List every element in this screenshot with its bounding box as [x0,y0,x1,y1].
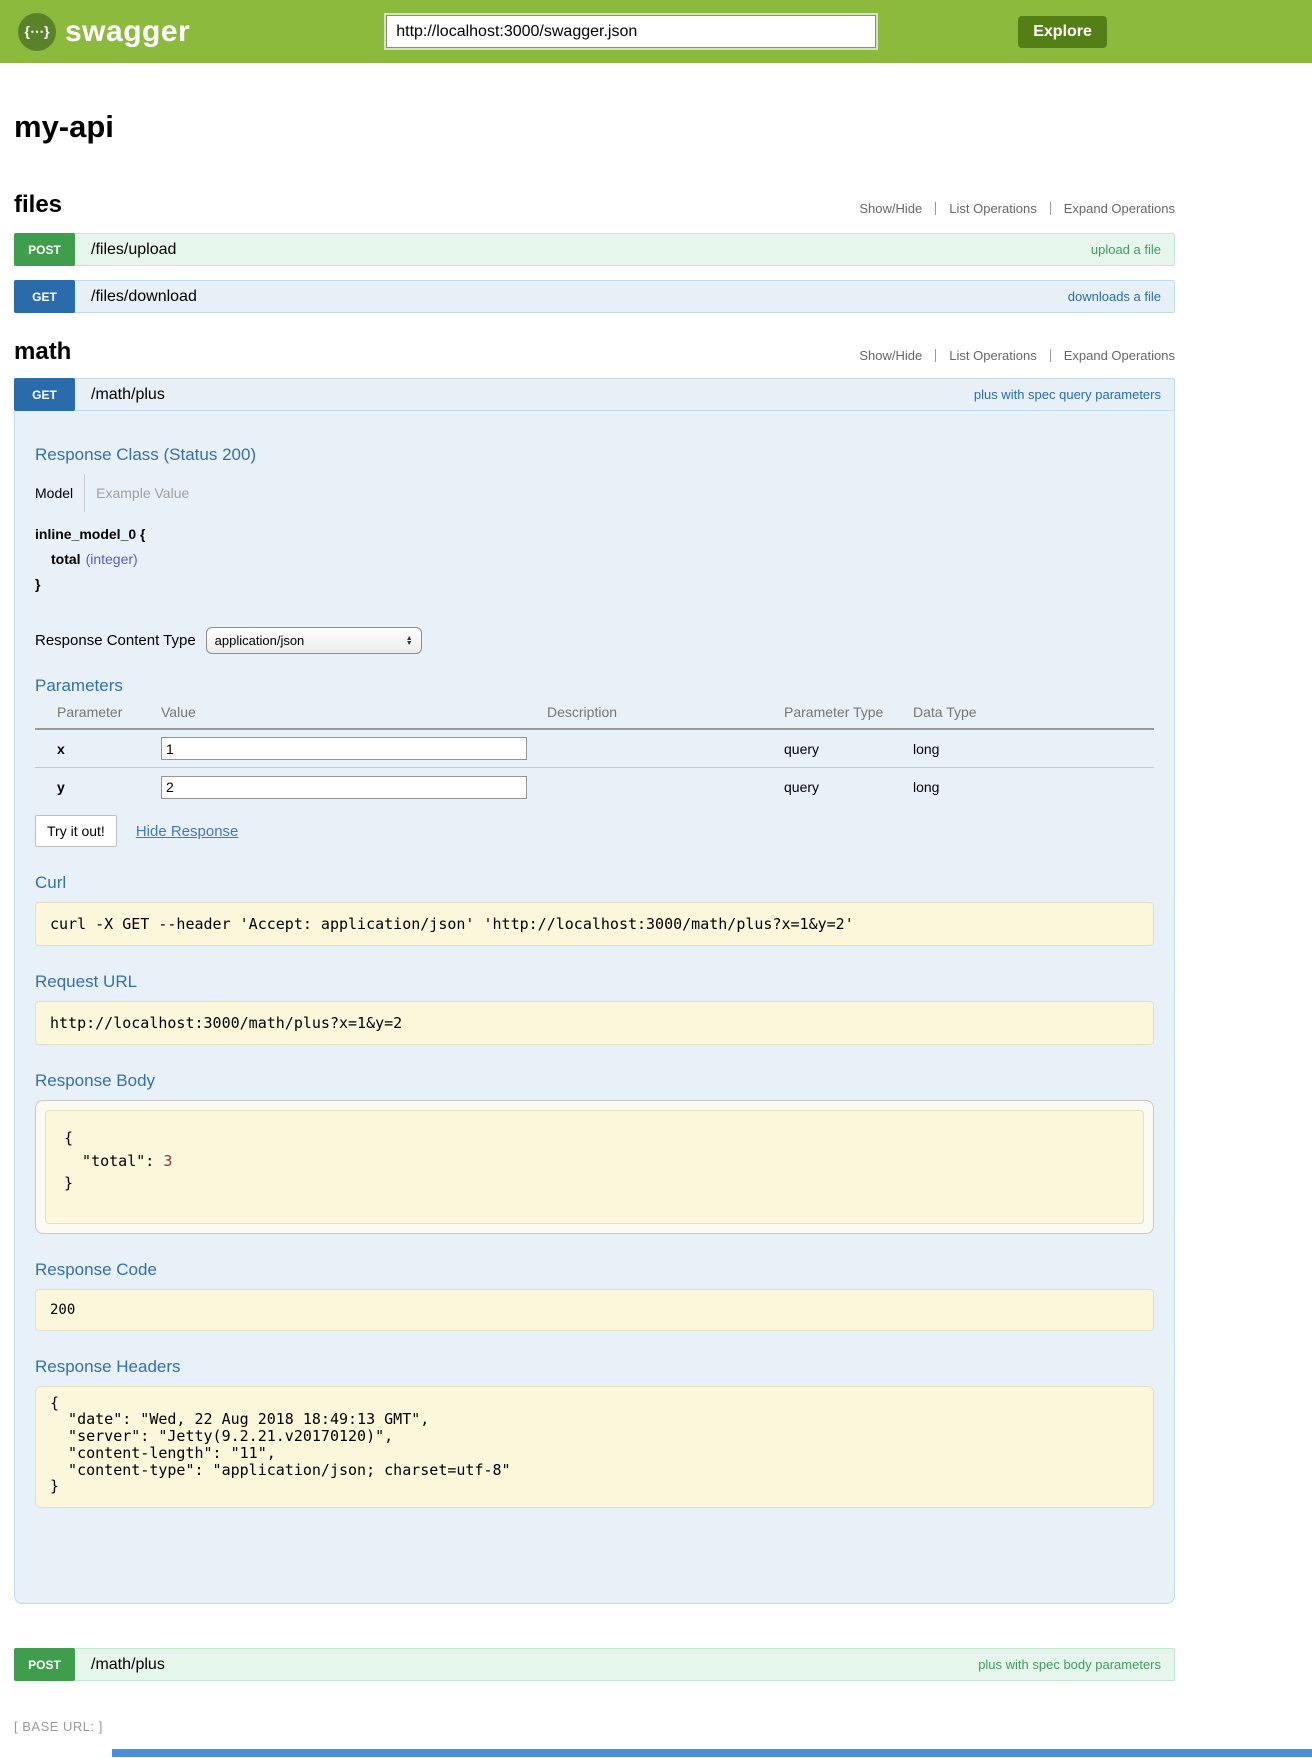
request-url-block: http://localhost:3000/math/plus?x=1&y=2 [35,1001,1154,1045]
response-content-type-label: Response Content Type [35,632,196,649]
param-y-input[interactable] [161,776,527,799]
json-key: "total": [64,1152,163,1170]
column-value: Value [161,704,547,720]
page-title: my-api [14,109,1175,145]
swagger-brand[interactable]: {⋯} swagger [18,13,190,51]
files-section-title[interactable]: files [14,191,62,219]
response-content-type-value: application/json [215,633,406,648]
operation-path-link[interactable]: /files/download [91,288,197,306]
files-section-controls: Show/Hide List Operations Expand Operation… [859,201,1175,219]
get-method-badge[interactable]: GET [14,280,75,313]
parameters-table-header: Parameter Value Description Parameter Ty… [35,704,1154,730]
model-signature: inline_model_0 { total (integer) } [35,522,1154,597]
operation-summary-link[interactable]: downloads a file [1068,289,1161,304]
param-data-type: long [913,779,1154,795]
math-expand-operations-link[interactable]: Expand Operations [1064,348,1175,363]
math-list-operations-link[interactable]: List Operations [949,348,1036,363]
post-method-badge[interactable]: POST [14,233,75,266]
files-show-hide-link[interactable]: Show/Hide [859,201,922,216]
operation-row-post-math-plus[interactable]: POST /math/plus plus with spec body para… [14,1648,1175,1681]
math-show-hide-link[interactable]: Show/Hide [859,348,922,363]
header-bar: {⋯} swagger Explore [0,0,1312,63]
operation-summary-link[interactable]: plus with spec body parameters [978,1657,1161,1672]
operation-row-get-files-download[interactable]: GET /files/download downloads a file [14,280,1175,313]
math-section-controls: Show/Hide List Operations Expand Operation… [859,348,1175,366]
request-url-heading: Request URL [35,972,1154,992]
column-description: Description [547,704,784,720]
hide-response-link[interactable]: Hide Response [136,823,239,840]
divider [1050,349,1051,362]
select-arrows-icon: ▲▼ [406,636,413,646]
try-it-out-button[interactable]: Try it out! [35,815,117,847]
operation-row-get-math-plus[interactable]: GET /math/plus plus with spec query para… [14,378,1175,411]
parameters-heading: Parameters [35,676,1154,696]
json-close-brace: } [64,1174,73,1192]
column-data-type: Data Type [913,704,1154,720]
operation-path-link[interactable]: /files/upload [91,241,176,259]
model-signature-close: } [35,572,1154,597]
param-row-y: y query long [35,768,1154,806]
column-parameter: Parameter [35,704,161,720]
operation-details-panel: Response Class (Status 200) Model Exampl… [14,411,1175,1604]
json-open-brace: { [64,1129,73,1147]
response-headers-json: { "date": "Wed, 22 Aug 2018 18:49:13 GMT… [35,1386,1154,1509]
curly-braces-glyph: {⋯} [25,23,50,40]
brand-title: swagger [65,15,190,49]
divider [935,202,936,215]
post-method-badge[interactable]: POST [14,1648,75,1681]
divider [1050,202,1051,215]
param-parameter-type: query [784,779,913,795]
tab-example-value[interactable]: Example Value [96,485,189,501]
param-value-cell [161,776,547,799]
divider [935,349,936,362]
operation-summary-link[interactable]: upload a file [1091,242,1161,257]
math-section-header: math Show/Hide List Operations Expand Oper… [14,337,1175,366]
actions-row: Try it out! Hide Response [35,815,1154,847]
operation-path-link[interactable]: /math/plus [91,1656,165,1674]
operation-summary-link[interactable]: plus with spec query parameters [974,387,1161,402]
response-code-heading: Response Code [35,1260,1154,1280]
files-expand-operations-link[interactable]: Expand Operations [1064,201,1175,216]
response-body-container: { "total": 3 } [35,1100,1154,1234]
swagger-logo-icon: {⋯} [18,13,56,51]
model-property: total (integer) [35,547,1154,572]
response-content-type-select[interactable]: application/json ▲▼ [206,627,422,654]
param-row-x: x query long [35,730,1154,768]
param-x-input[interactable] [161,737,527,760]
response-headers-heading: Response Headers [35,1357,1154,1377]
math-section-title[interactable]: math [14,338,71,366]
response-body-heading: Response Body [35,1071,1154,1091]
operation-path-link[interactable]: /math/plus [91,386,165,404]
bottom-scroll-indicator [112,1749,1312,1757]
model-signature-open: inline_model_0 { [35,522,1154,547]
json-number-value: 3 [163,1152,172,1170]
operation-row-post-files-upload[interactable]: POST /files/upload upload a file [14,233,1175,266]
base-url-footer: [ BASE URL: ] [14,1719,1312,1734]
response-content-type-row: Response Content Type application/json ▲… [35,627,1154,654]
explore-button[interactable]: Explore [1018,16,1107,48]
response-class-heading: Response Class (Status 200) [35,445,1154,465]
response-code-block: 200 [35,1289,1154,1331]
model-tabs: Model Example Value [35,474,1154,512]
model-property-name: total [51,551,81,567]
param-parameter-type: query [784,741,913,757]
files-section-header: files Show/Hide List Operations Expand Ope… [14,190,1175,219]
spec-url-input[interactable] [386,15,876,48]
param-name: x [35,741,161,757]
column-parameter-type: Parameter Type [784,704,913,720]
model-property-type: (integer) [86,551,138,567]
curl-heading: Curl [35,873,1154,893]
get-method-badge[interactable]: GET [14,378,75,411]
tab-model[interactable]: Model [35,485,73,501]
param-name: y [35,779,161,795]
param-data-type: long [913,741,1154,757]
param-value-cell [161,737,547,760]
parameters-table: Parameter Value Description Parameter Ty… [35,704,1154,806]
files-list-operations-link[interactable]: List Operations [949,201,1036,216]
divider [84,474,85,512]
curl-command-block: curl -X GET --header 'Accept: applicatio… [35,902,1154,946]
response-body-json: { "total": 3 } [45,1110,1144,1224]
